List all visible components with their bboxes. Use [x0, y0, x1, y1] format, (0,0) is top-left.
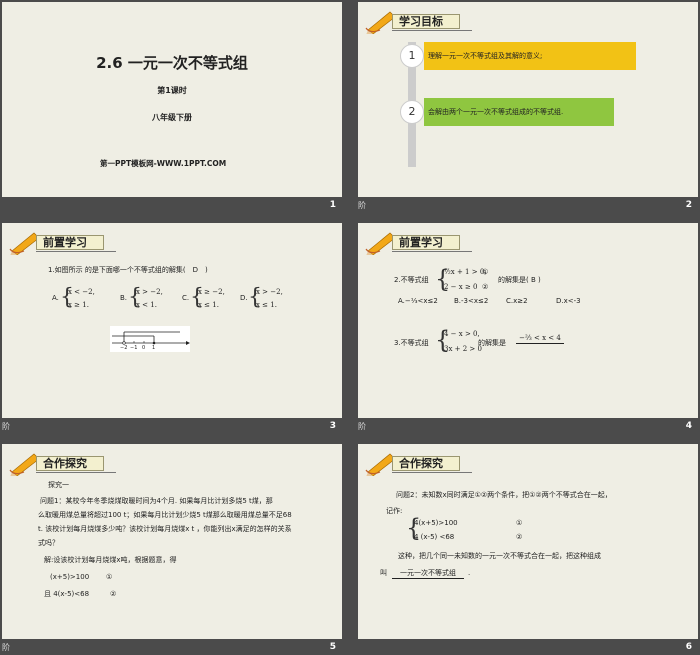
- header-tag: 合作探究: [36, 456, 104, 471]
- solution-line: 解:设该校计划每月烧煤x吨，根据题意，得: [44, 556, 177, 564]
- header-tag: 前置学习: [392, 235, 460, 250]
- grade-label: 八年级下册: [152, 113, 192, 122]
- slide-number: 3: [329, 421, 336, 431]
- q2-mark-1: ①: [482, 268, 489, 276]
- slide-3[interactable]: 前置学习 1.如图所示 的是下面哪一个不等式组的解集( D ) A. { x <…: [2, 223, 342, 418]
- tick-label: 1: [152, 345, 156, 351]
- q2-line-2: 2 − x ≥ 0: [444, 283, 478, 291]
- slide-header: 合作探究: [8, 450, 148, 476]
- problem-line-1: 问题1：某校今年冬季烧煤取暖时间为4个月. 如果每月比计划多烧5 t煤，那: [40, 497, 273, 505]
- system-mark-2: ②: [516, 533, 523, 541]
- problem-line-3: t. 该校计划每月烧煤多少吨？该校计划每月烧煤x t ，你能列出x满足的怎样的关…: [38, 525, 292, 533]
- q2-prefix: 2.不等式组: [394, 276, 429, 284]
- option-line: x ≥ 1.: [68, 301, 89, 309]
- option-line: x > −2,: [136, 288, 163, 296]
- goal-text: 理解一元一次不等式组及其解的意义;: [424, 42, 636, 70]
- definition-suffix: .: [468, 569, 471, 577]
- option-label: C.: [182, 294, 190, 302]
- q2-suffix: 的解集是( B ): [498, 276, 541, 284]
- option-label: A.: [52, 294, 59, 302]
- goal-number: 1: [400, 44, 424, 68]
- slide-header: 前置学习: [364, 229, 504, 255]
- slide-header: 前置学习: [8, 229, 148, 255]
- option-line: x ≥ −2,: [198, 288, 225, 296]
- header-underline: [392, 251, 472, 252]
- option-line: x < 1.: [136, 301, 157, 309]
- equation-2: 且 4(x-5)<68: [44, 590, 90, 598]
- lesson-label: 第1课时: [157, 86, 187, 95]
- slide-number: 4: [685, 421, 692, 431]
- slide-number: 2: [685, 200, 692, 210]
- slide-number: 6: [685, 642, 692, 652]
- option-line: x > −2,: [256, 288, 283, 296]
- footer-left: 阶: [358, 201, 366, 210]
- tick-label: 0: [142, 345, 146, 351]
- slide-title: 2.6 一元一次不等式组: [96, 54, 248, 72]
- header-tag: 学习目标: [392, 14, 460, 29]
- slide-1-footer: 1: [2, 197, 342, 214]
- option-label: D.: [240, 294, 248, 302]
- slide-5[interactable]: 合作探究 探究一 问题1：某校今年冬季烧煤取暖时间为4个月. 如果每月比计划多烧…: [2, 444, 342, 639]
- question-1: 1.如图所示 的是下面哪一个不等式组的解集( D ): [48, 266, 208, 274]
- header-underline: [392, 30, 472, 31]
- equation-1: (x+5)>100: [50, 573, 90, 581]
- q3-line-2: 3x + 2 > 0: [444, 345, 482, 353]
- slide-number: 5: [329, 642, 336, 652]
- definition-answer: 一元一次不等式组: [392, 568, 464, 579]
- q3-line-1: 4 − x > 0,: [444, 330, 480, 338]
- goal-text: 会解由两个一元一次不等式组成的不等式组.: [424, 98, 614, 126]
- system-line-2: 4 (x-5) <68: [414, 533, 455, 541]
- tick-label: −2: [120, 345, 128, 351]
- slide-3-footer: 阶 3: [2, 418, 342, 435]
- q3-suffix: 的解集是: [478, 339, 506, 347]
- equation-1-mark: ①: [106, 573, 113, 581]
- slide-number: 1: [329, 200, 336, 210]
- option-line: x ≤ 1.: [198, 301, 219, 309]
- slide-5-footer: 阶 5: [2, 639, 342, 655]
- header-underline: [36, 251, 116, 252]
- system-line-1: 4(x+5)>100: [414, 519, 458, 527]
- q3-answer: −⅔ < x < 4: [516, 333, 564, 344]
- slide-1[interactable]: 2.6 一元一次不等式组 第1课时 八年级下册 第一PPT模板网-WWW.1PP…: [2, 2, 342, 197]
- q2-option-c: C.x≥2: [506, 297, 528, 305]
- q2-option-a: A.−⅓<x≤2: [398, 297, 438, 305]
- slide-2-footer: 阶 2: [358, 197, 698, 214]
- slide-4[interactable]: 前置学习 2.不等式组 { ½x + 1 > 0, 2 − x ≥ 0 ① ② …: [358, 223, 698, 418]
- q2-option-b: B.-3<x≤2: [454, 297, 489, 305]
- slide-6[interactable]: 合作探究 问题2：未知数x同时满足①②两个条件，把①②两个不等式合在一起， 记作…: [358, 444, 698, 639]
- slide-header: 学习目标: [364, 8, 504, 34]
- problem-line-4: 式吗？: [38, 539, 59, 547]
- option-line: x ≤ 1.: [256, 301, 277, 309]
- goal-number: 2: [400, 100, 424, 124]
- header-tag: 前置学习: [36, 235, 104, 250]
- slide-6-footer: 6: [358, 639, 698, 655]
- system-mark-1: ①: [516, 519, 523, 527]
- q2-line-1: ½x + 1 > 0,: [444, 268, 487, 276]
- number-line-figure: −2 −1 0 1: [110, 326, 190, 352]
- q3-prefix: 3.不等式组: [394, 339, 429, 347]
- problem2-line-2: 记作:: [386, 507, 403, 515]
- definition-line-1: 这种，把几个同一未知数的一元一次不等式合在一起，把这种组成: [398, 552, 601, 560]
- problem2-line-1: 问题2：未知数x同时满足①②两个条件，把①②两个不等式合在一起，: [396, 491, 612, 499]
- definition-prefix: 叫: [380, 569, 387, 577]
- footer-left: 阶: [2, 422, 10, 431]
- q2-option-d: D.x<-3: [556, 297, 581, 305]
- footer-left: 阶: [2, 643, 10, 652]
- tick-label: −1: [130, 345, 138, 351]
- explore-label: 探究一: [48, 481, 69, 489]
- option-label: B.: [120, 294, 128, 302]
- slide-4-footer: 阶 4: [358, 418, 698, 435]
- site-label: 第一PPT模板网-WWW.1PPT.COM: [100, 159, 227, 168]
- header-tag: 合作探究: [392, 456, 460, 471]
- slide-2[interactable]: 学习目标 理解一元一次不等式组及其解的意义; 1 会解由两个一元一次不等式组成的…: [358, 2, 698, 197]
- option-line: x < −2,: [68, 288, 95, 296]
- problem-line-2: 么取暖用煤总量将超过100 t；如果每月比计划少烧5 t煤那么取暖用煤总量不足6…: [38, 511, 292, 519]
- equation-2-mark: ②: [110, 590, 117, 598]
- header-underline: [392, 472, 472, 473]
- slide-header: 合作探究: [364, 450, 504, 476]
- header-underline: [36, 472, 116, 473]
- footer-left: 阶: [358, 422, 366, 431]
- q2-mark-2: ②: [482, 283, 489, 291]
